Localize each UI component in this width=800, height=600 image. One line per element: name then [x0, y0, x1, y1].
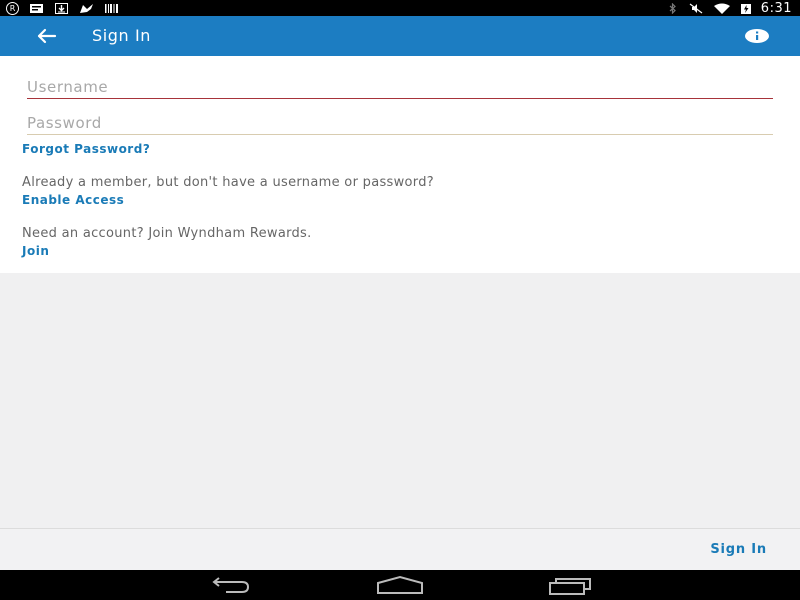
username-field-wrapper: [27, 77, 773, 99]
forgot-password-link[interactable]: Forgot Password?: [22, 142, 150, 156]
join-link[interactable]: Join: [22, 244, 49, 258]
info-icon[interactable]: [744, 28, 770, 44]
clock-time: 6:31: [760, 0, 792, 16]
username-input[interactable]: [27, 77, 773, 97]
status-system-icons: 6:31: [665, 0, 792, 16]
sign-in-button[interactable]: Sign In: [710, 542, 767, 557]
back-arrow-icon[interactable]: [34, 24, 60, 48]
system-nav-bar: [0, 570, 800, 600]
password-underline: [27, 134, 773, 135]
sign-icon: [80, 3, 93, 13]
password-field-wrapper: [27, 113, 773, 135]
registered-icon: R: [6, 1, 19, 15]
page-title: Sign In: [92, 26, 152, 45]
sign-in-form: Forgot Password? Already a member, but d…: [0, 56, 800, 273]
bottom-action-bar: Sign In: [0, 528, 800, 571]
nav-recents-icon[interactable]: [548, 575, 596, 595]
password-input[interactable]: [27, 113, 773, 133]
message-icon: [30, 3, 43, 13]
nav-home-icon[interactable]: [376, 575, 424, 595]
mute-icon: [689, 3, 703, 13]
app-bar: Sign In: [0, 16, 800, 56]
enable-access-link[interactable]: Enable Access: [22, 193, 124, 207]
username-underline: [27, 98, 773, 99]
bluetooth-icon: [669, 2, 676, 14]
member-message: Already a member, but don't have a usern…: [22, 175, 434, 190]
wifi-icon: [713, 3, 730, 14]
status-notification-icons: R: [6, 0, 119, 16]
barcode-icon: [105, 3, 118, 13]
download-icon: [55, 2, 68, 14]
battery-icon: [740, 3, 751, 14]
account-message: Need an account? Join Wyndham Rewards.: [22, 226, 312, 241]
nav-back-icon[interactable]: [206, 575, 254, 595]
status-bar: R 6:31: [0, 0, 800, 16]
